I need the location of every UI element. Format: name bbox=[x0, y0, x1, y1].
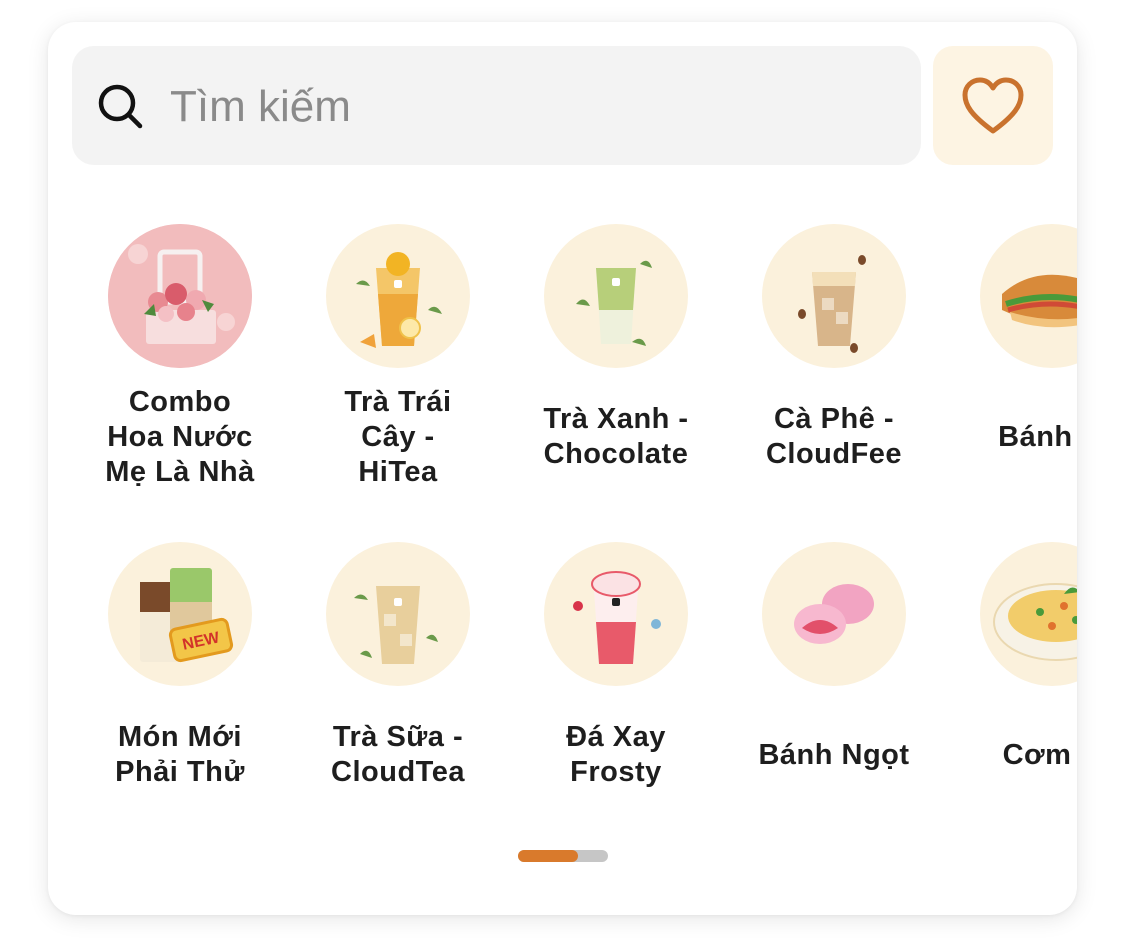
category-label: Combo Hoa Nước Mẹ Là Nhà bbox=[105, 385, 255, 488]
search-icon bbox=[98, 84, 143, 129]
coffee-icon bbox=[762, 224, 906, 368]
search-input[interactable] bbox=[168, 66, 892, 148]
category-label: Đá Xay Frosty bbox=[566, 721, 666, 788]
search-bar[interactable] bbox=[72, 46, 921, 165]
pagination-active-page bbox=[518, 850, 578, 862]
category-card: Combo Hoa Nước Mẹ Là Nhà Trà Trái Cây - … bbox=[48, 22, 1077, 915]
heart-icon bbox=[962, 77, 1024, 133]
category-label: Trà Trái Cây - HiTea bbox=[344, 385, 452, 488]
category-label: Cơm N bbox=[1002, 738, 1072, 771]
category-label: Trà Sữa - CloudTea bbox=[331, 721, 465, 788]
frosty-icon bbox=[544, 542, 688, 686]
category-label: Cà Phê - CloudFee bbox=[765, 403, 903, 470]
category-label: Trà Xanh - Chocolate bbox=[543, 403, 689, 470]
green-tea-icon bbox=[544, 224, 688, 368]
new-drinks-icon: NEW bbox=[108, 542, 252, 686]
milk-tea-icon bbox=[326, 542, 470, 686]
fruit-tea-icon bbox=[326, 224, 470, 368]
fried-rice-icon bbox=[980, 542, 1077, 686]
mochi-icon bbox=[762, 542, 906, 686]
favorites-button[interactable] bbox=[933, 46, 1053, 165]
category-label: Món Mới Phải Thử bbox=[115, 721, 245, 788]
category-label: Bánh M bbox=[998, 420, 1073, 453]
pagination-indicator bbox=[518, 850, 608, 862]
banh-mi-icon bbox=[980, 224, 1077, 368]
flower-basket-icon bbox=[108, 224, 252, 368]
category-label: Bánh Ngọt bbox=[758, 738, 910, 771]
